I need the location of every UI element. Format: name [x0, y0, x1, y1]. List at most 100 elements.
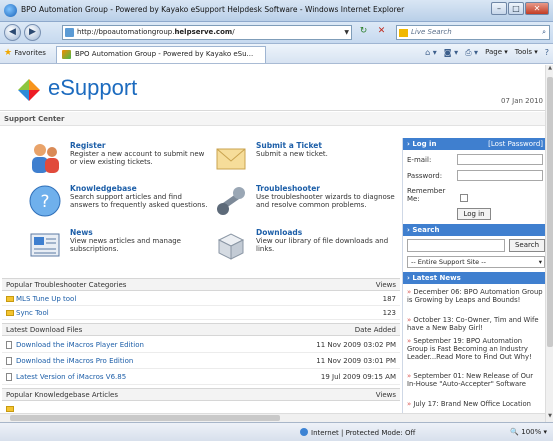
feature-title[interactable]: Submit a Ticket	[256, 141, 322, 150]
search-button[interactable]: Search	[509, 239, 545, 252]
news-text[interactable]: July 17: Brand New Office Location	[413, 400, 531, 408]
stop-icon[interactable]: ✕	[374, 25, 389, 40]
password-field[interactable]	[457, 170, 543, 181]
feature-knowledgebase[interactable]: ? Knowledgebase Search support articles …	[28, 184, 218, 228]
chevron-down-icon: ▾	[538, 258, 542, 266]
tools-menu[interactable]: Tools ▾	[515, 48, 538, 58]
news-text[interactable]: December 06: BPO Automation Group is Gro…	[407, 288, 543, 304]
home-icon[interactable]: ⌂ ▾	[425, 48, 437, 58]
zoom-control[interactable]: 🔍 100% ▾	[510, 428, 547, 436]
users-icon	[32, 144, 59, 173]
email-field[interactable]	[457, 154, 543, 165]
remember-me-checkbox[interactable]	[460, 194, 468, 202]
table-row[interactable]: MLS Tune Up tool 187	[2, 292, 400, 306]
favorites-bar: ★ Favorites BPO Automation Group - Power…	[0, 44, 553, 64]
row-link[interactable]: Download the iMacros Pro Edition	[16, 357, 133, 365]
live-search-input[interactable]: Live Search ⌕	[396, 25, 550, 40]
globe-icon	[300, 428, 308, 436]
row-value: 11 Nov 2009 03:01 PM	[316, 357, 396, 365]
scroll-down-icon[interactable]: ▼	[546, 413, 553, 422]
news-item[interactable]: » October 13: Co-Owner, Tim and Wife hav…	[407, 316, 543, 332]
print-icon[interactable]: ⎙ ▾	[465, 48, 478, 58]
favorites-button[interactable]: ★ Favorites	[4, 48, 46, 58]
section-title: Latest Download Files	[6, 326, 83, 334]
lost-password-link[interactable]: [Lost Password]	[488, 140, 543, 148]
search-icon[interactable]: ⌕	[542, 26, 546, 39]
feature-troubleshooter[interactable]: Troubleshooter Use troubleshooter wizard…	[214, 184, 404, 228]
column-header: Views	[375, 281, 396, 289]
folder-icon	[6, 310, 14, 316]
search-scope-select[interactable]: -- Entire Support Site -- ▾	[407, 256, 545, 268]
esupport-logo-icon	[18, 79, 40, 101]
scroll-up-icon[interactable]: ▲	[546, 65, 553, 74]
news-text[interactable]: September 19: BPO Automation Group is Fa…	[407, 337, 532, 361]
help-icon[interactable]: ?	[545, 48, 549, 58]
address-dropdown-icon[interactable]: ▼	[344, 26, 349, 39]
table-row[interactable]: Download the iMacros Pro Edition 11 Nov …	[2, 354, 400, 369]
minimize-button[interactable]: –	[491, 2, 507, 15]
feature-news[interactable]: News View news articles and manage subsc…	[28, 228, 218, 272]
table-row[interactable]: Sync Tool 123	[2, 306, 400, 320]
news-item[interactable]: » September 01: New Release of Our In-Ho…	[407, 372, 543, 388]
row-link[interactable]: Sync Tool	[16, 309, 49, 317]
tab-title: BPO Automation Group - Powered by Kayako…	[75, 50, 254, 58]
scroll-thumb[interactable]	[547, 77, 553, 347]
search-scope-value: -- Entire Support Site --	[411, 258, 486, 266]
row-value: 11 Nov 2009 03:02 PM	[316, 341, 396, 349]
table-row[interactable]	[2, 402, 400, 413]
login-heading: › Log in [Lost Password]	[403, 138, 545, 150]
navigation-bar: ◀ ▶ http://bpoautomationgroup.helpserve.…	[0, 22, 553, 44]
close-button[interactable]: ✕	[525, 2, 549, 15]
news-item[interactable]: » December 06: BPO Automation Group is G…	[407, 288, 543, 304]
browser-tab[interactable]: BPO Automation Group - Powered by Kayako…	[56, 46, 266, 63]
help-question-icon: ?	[29, 185, 61, 217]
kb-search-input[interactable]	[407, 239, 505, 252]
page-menu[interactable]: Page ▾	[485, 48, 508, 58]
page-icon	[65, 28, 74, 37]
feature-register[interactable]: Register Register a new account to submi…	[28, 141, 218, 185]
feature-title[interactable]: Register	[70, 141, 106, 150]
favorites-label: Favorites	[14, 49, 46, 57]
star-icon: ★	[4, 48, 13, 58]
horizontal-scrollbar[interactable]	[0, 413, 545, 422]
live-search-placeholder: Live Search	[411, 28, 452, 36]
svg-text:?: ?	[40, 192, 49, 212]
page-content: eSupport 07 Jan 2010 Support Center Regi…	[0, 65, 545, 422]
row-link[interactable]: MLS Tune Up tool	[16, 295, 76, 303]
feature-downloads[interactable]: Downloads View our library of file downl…	[214, 228, 404, 272]
window-title: BPO Automation Group - Powered by Kayako…	[21, 5, 405, 14]
maximize-button[interactable]: □	[508, 2, 524, 15]
vertical-scrollbar[interactable]: ▲ ▼	[545, 65, 553, 422]
feature-desc: Submit a new ticket.	[256, 150, 328, 158]
news-item[interactable]: » July 17: Brand New Office Location	[407, 400, 543, 408]
wrench-icon	[217, 187, 245, 215]
news-text[interactable]: September 01: New Release of Our In-Hous…	[407, 372, 533, 388]
feature-title[interactable]: News	[70, 228, 93, 237]
news-item[interactable]: » September 19: BPO Automation Group is …	[407, 337, 543, 361]
row-link[interactable]: Latest Version of iMacros V6.85	[16, 373, 126, 381]
table-row[interactable]: Download the iMacros Player Edition 11 N…	[2, 338, 400, 353]
feature-title[interactable]: Troubleshooter	[256, 184, 320, 193]
ie-logo-icon	[4, 4, 17, 17]
latest-news-heading: › Latest News	[403, 272, 545, 284]
feature-title[interactable]: Downloads	[256, 228, 302, 237]
back-button[interactable]: ◀	[4, 24, 21, 41]
package-icon	[217, 233, 245, 260]
login-button[interactable]: Log in	[457, 208, 491, 220]
site-logo-text[interactable]: eSupport	[48, 75, 137, 101]
refresh-icon[interactable]: ↻	[356, 25, 371, 40]
scroll-thumb[interactable]	[10, 415, 280, 421]
feeds-icon[interactable]: ◙ ▾	[444, 48, 458, 58]
feature-title[interactable]: Knowledgebase	[70, 184, 137, 193]
feature-submit-ticket[interactable]: Submit a Ticket Submit a new ticket.	[214, 141, 404, 185]
forward-button[interactable]: ▶	[24, 24, 41, 41]
column-header: Date Added	[354, 326, 396, 334]
popular-kb-heading: Popular Knowledgebase Articles Views	[2, 388, 400, 401]
security-zone[interactable]: Internet | Protected Mode: Off	[300, 428, 415, 437]
news-text[interactable]: October 13: Co-Owner, Tim and Wife have …	[407, 316, 539, 332]
address-bar[interactable]: http://bpoautomationgroup.helpserve.com/…	[62, 25, 352, 40]
row-link[interactable]: Download the iMacros Player Edition	[16, 341, 144, 349]
envelope-icon	[216, 148, 246, 170]
latest-downloads-heading: Latest Download Files Date Added	[2, 323, 400, 336]
table-row[interactable]: Latest Version of iMacros V6.85 19 Jul 2…	[2, 370, 400, 385]
